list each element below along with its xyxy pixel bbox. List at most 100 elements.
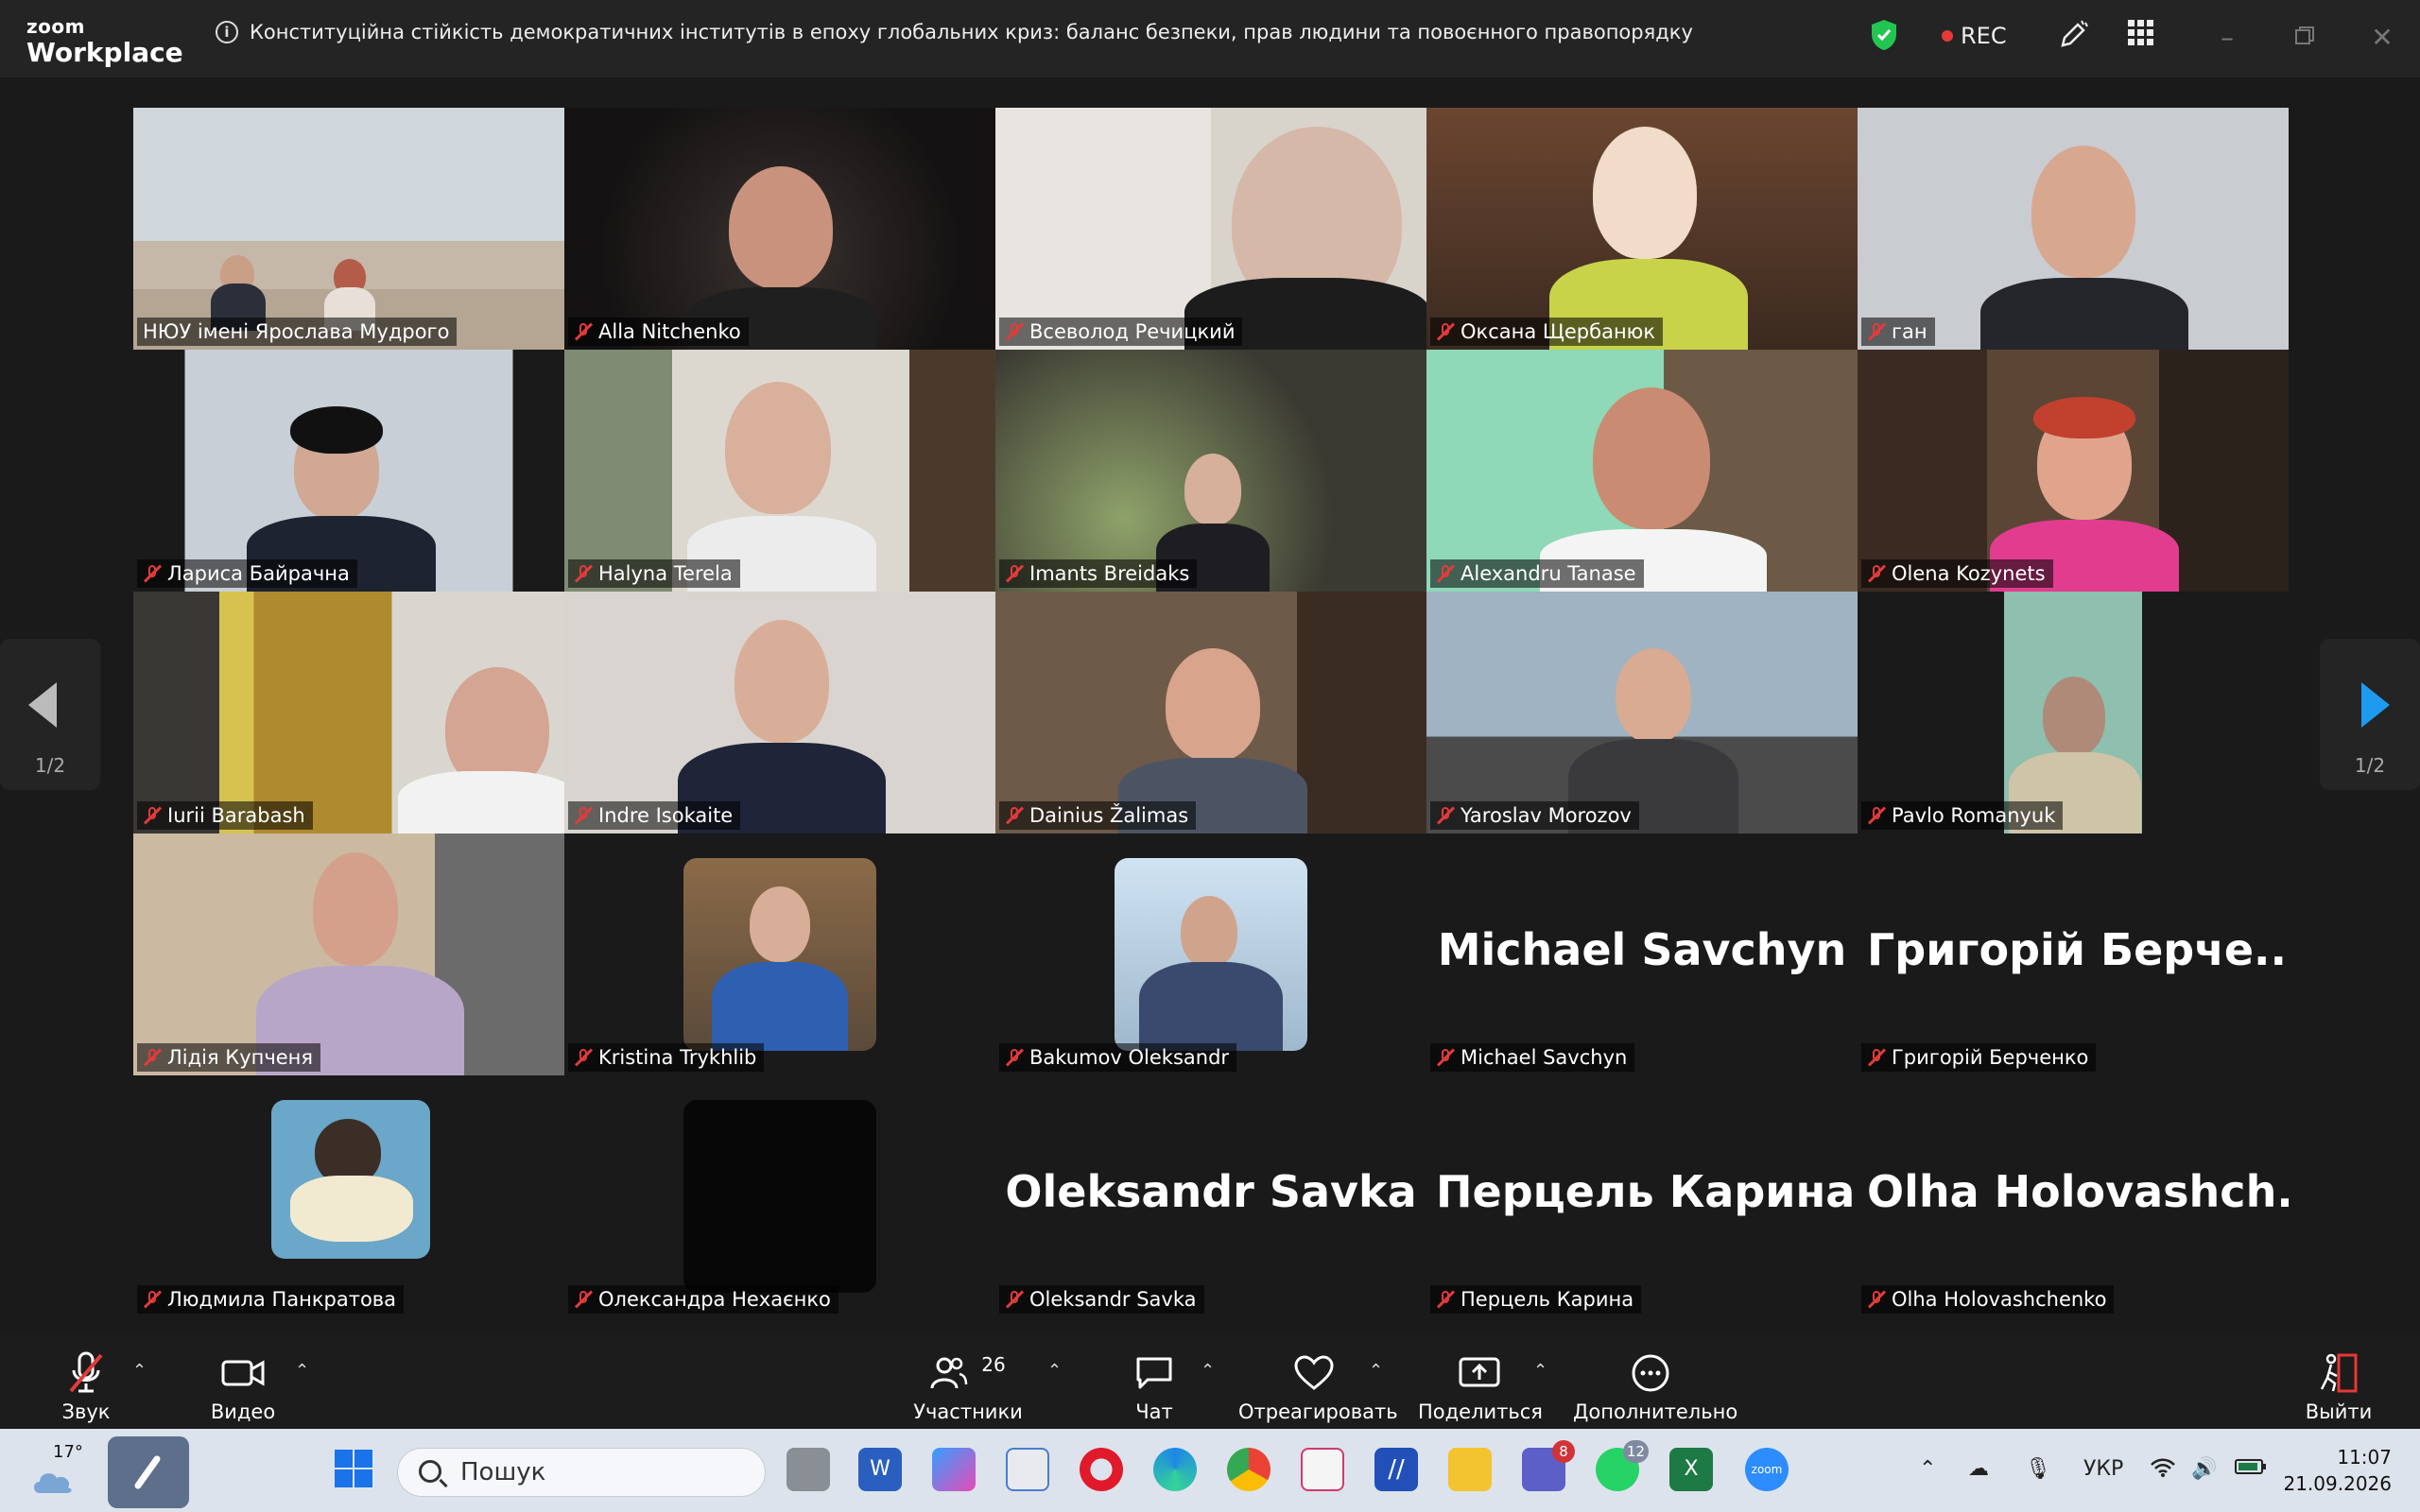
meeting-info-icon[interactable]: i [216, 21, 238, 43]
participant-avatar [1115, 858, 1307, 1051]
audio-options-chevron-up-icon[interactable]: ⌃ [132, 1361, 147, 1381]
mic-muted-icon [1005, 805, 1025, 826]
volume-icon[interactable]: 🔊 [2191, 1457, 2217, 1481]
participant-tile[interactable]: Indre Isokaite [564, 592, 995, 833]
participant-tile[interactable]: Alexandru Tanase [1426, 350, 1858, 592]
excel-icon[interactable]: X [1669, 1448, 1713, 1491]
chat-options-chevron-up-icon[interactable]: ⌃ [1201, 1361, 1215, 1381]
participant-tile[interactable]: Всеволод Речицкий [995, 108, 1426, 350]
participant-name: НЮУ імені Ярослава Мудрого [143, 320, 450, 343]
participant-name: Imants Breidaks [1029, 562, 1190, 585]
close-icon[interactable]: ✕ [2363, 21, 2401, 55]
os-taskbar: 17° Пошук W ∕∕ 8 12 X zoom ⌃ ☁ 🎙 УКР 🔊 1… [0, 1429, 2420, 1512]
participant-tile[interactable]: НЮУ імені Ярослава Мудрого [133, 108, 564, 350]
file-explorer-icon[interactable] [1448, 1448, 1492, 1491]
participant-name-label: Kristina Trykhlib [568, 1043, 765, 1072]
windows-start-icon[interactable] [333, 1448, 376, 1491]
arrow-left-icon [28, 682, 57, 728]
video-label: Видео [210, 1400, 276, 1423]
react-button[interactable]: Отреагировать [1238, 1332, 1398, 1429]
video-options-chevron-up-icon[interactable]: ⌃ [295, 1361, 309, 1381]
next-page-button[interactable]: 1/2 [2320, 639, 2420, 790]
previous-page-button[interactable]: 1/2 [0, 639, 100, 790]
minimize-icon[interactable]: – [2208, 21, 2246, 55]
microphone-location-icon[interactable]: 🎙 [2025, 1457, 2051, 1481]
meeting-title: Конституційна стійкість демократичних ін… [250, 21, 1693, 43]
opera-icon[interactable] [1080, 1448, 1123, 1491]
annotate-pen-icon[interactable] [2057, 19, 2089, 51]
video-gallery: НЮУ імені Ярослава Мудрого Alla Nitchenk… [133, 108, 2289, 1317]
participant-avatar [683, 1100, 876, 1293]
participant-tile[interactable]: Олександра Нехаєнко [564, 1075, 995, 1317]
share-screen-button[interactable]: Поделиться [1418, 1332, 1543, 1429]
more-button[interactable]: Дополнительно [1573, 1332, 1737, 1429]
participant-tile[interactable]: Лариса Байрачна [133, 350, 564, 592]
participant-tile[interactable]: Перцель Карина Перцель Карина [1426, 1075, 1858, 1317]
microsoft365-icon[interactable] [932, 1448, 976, 1491]
participant-tile[interactable]: Bakumov Oleksandr [995, 833, 1426, 1075]
input-language[interactable]: УКР [2083, 1457, 2123, 1481]
show-hidden-icons-chevron-icon[interactable]: ⌃ [1919, 1457, 1936, 1481]
participant-tile[interactable]: Dainius Žalimas [995, 592, 1426, 833]
mathcad-icon[interactable]: ∕∕ [1374, 1448, 1418, 1491]
battery-icon[interactable] [2235, 1457, 2267, 1482]
participant-tile[interactable]: Kristina Trykhlib [564, 833, 995, 1075]
security-shield-icon[interactable] [1870, 19, 1898, 51]
maximize-icon[interactable] [2286, 21, 2324, 55]
participant-tile[interactable]: Yaroslav Morozov [1426, 592, 1858, 833]
participant-tile[interactable]: Halyna Terela [564, 350, 995, 592]
participant-tile[interactable]: ган [1858, 108, 2289, 350]
participant-tile[interactable]: Imants Breidaks [995, 350, 1426, 592]
onedrive-cloud-icon[interactable]: ☁ [1968, 1457, 1989, 1481]
video-button[interactable]: Видео [210, 1332, 276, 1429]
edge-icon[interactable] [1153, 1448, 1197, 1491]
system-clock[interactable]: 11:07 21.09.2026 [2283, 1444, 2392, 1497]
avatar-head [1181, 896, 1237, 968]
audio-label: Звук [61, 1400, 111, 1423]
participant-tile[interactable]: Григорій Берче... Григорій Берченко [1858, 833, 2289, 1075]
whatsapp-icon[interactable]: 12 [1596, 1440, 1649, 1491]
participant-name: Olena Kozynets [1892, 562, 2046, 585]
app-switcher-thumbnail[interactable] [108, 1436, 189, 1508]
chat-label: Чат [1135, 1400, 1173, 1423]
participant-tile[interactable]: Iurii Barabash [133, 592, 564, 833]
store-icon[interactable] [1006, 1448, 1049, 1491]
react-options-chevron-up-icon[interactable]: ⌃ [1369, 1361, 1383, 1381]
participants-options-chevron-up-icon[interactable]: ⌃ [1047, 1361, 1062, 1381]
participant-tile[interactable]: Olha Holovashch... Olha Holovashchenko [1858, 1075, 2289, 1317]
wifi-icon[interactable] [2150, 1457, 2176, 1484]
snipping-tool-icon[interactable] [1301, 1448, 1344, 1491]
mic-muted-icon [1436, 1047, 1456, 1068]
participant-tile[interactable]: Olena Kozynets [1858, 350, 2289, 592]
participant-tile[interactable]: Оксана Щербанюк [1426, 108, 1858, 350]
participants-button[interactable]: 26 Участники [909, 1332, 1027, 1429]
chrome-icon[interactable] [1227, 1448, 1270, 1491]
participant-name-label: Iurii Barabash [137, 801, 313, 830]
recording-indicator[interactable]: REC [1942, 23, 2007, 49]
mic-muted-icon [1005, 1047, 1025, 1068]
taskbar-search-field[interactable]: Пошук [397, 1448, 766, 1497]
participant-name: Indre Isokaite [598, 804, 734, 827]
participant-tile[interactable]: Лідія Купченя [133, 833, 564, 1075]
participant-name: Yaroslav Morozov [1461, 804, 1632, 827]
task-view-icon[interactable] [786, 1448, 830, 1491]
participant-tile[interactable]: Oleksandr Savka Oleksandr Savka [995, 1075, 1426, 1317]
participant-name-label: Людмила Панкратова [137, 1285, 405, 1314]
participant-tile[interactable]: Pavlo Romanyuk [1858, 592, 2289, 833]
participant-tile[interactable]: Людмила Панкратова [133, 1075, 564, 1317]
whatsapp-badge: 12 [1622, 1440, 1649, 1463]
share-options-chevron-up-icon[interactable]: ⌃ [1533, 1361, 1547, 1381]
gallery-view-grid-icon[interactable] [2125, 19, 2157, 51]
audio-button[interactable]: Звук [53, 1332, 119, 1429]
mic-muted-icon [1867, 805, 1887, 826]
mic-muted-icon [1436, 321, 1456, 342]
participant-tile[interactable]: Alla Nitchenko [564, 108, 995, 350]
word-icon[interactable]: W [858, 1448, 902, 1491]
chat-button[interactable]: Чат [1121, 1332, 1187, 1429]
zoom-app-icon[interactable]: zoom [1745, 1448, 1789, 1491]
leave-meeting-button[interactable]: Выйти [2301, 1332, 2377, 1429]
participant-name-label: Олександра Нехаєнко [568, 1285, 838, 1314]
weather-widget[interactable]: 17° [28, 1442, 85, 1499]
participant-tile[interactable]: Michael Savchyn Michael Savchyn [1426, 833, 1858, 1075]
teams-icon[interactable]: 8 [1522, 1440, 1575, 1491]
